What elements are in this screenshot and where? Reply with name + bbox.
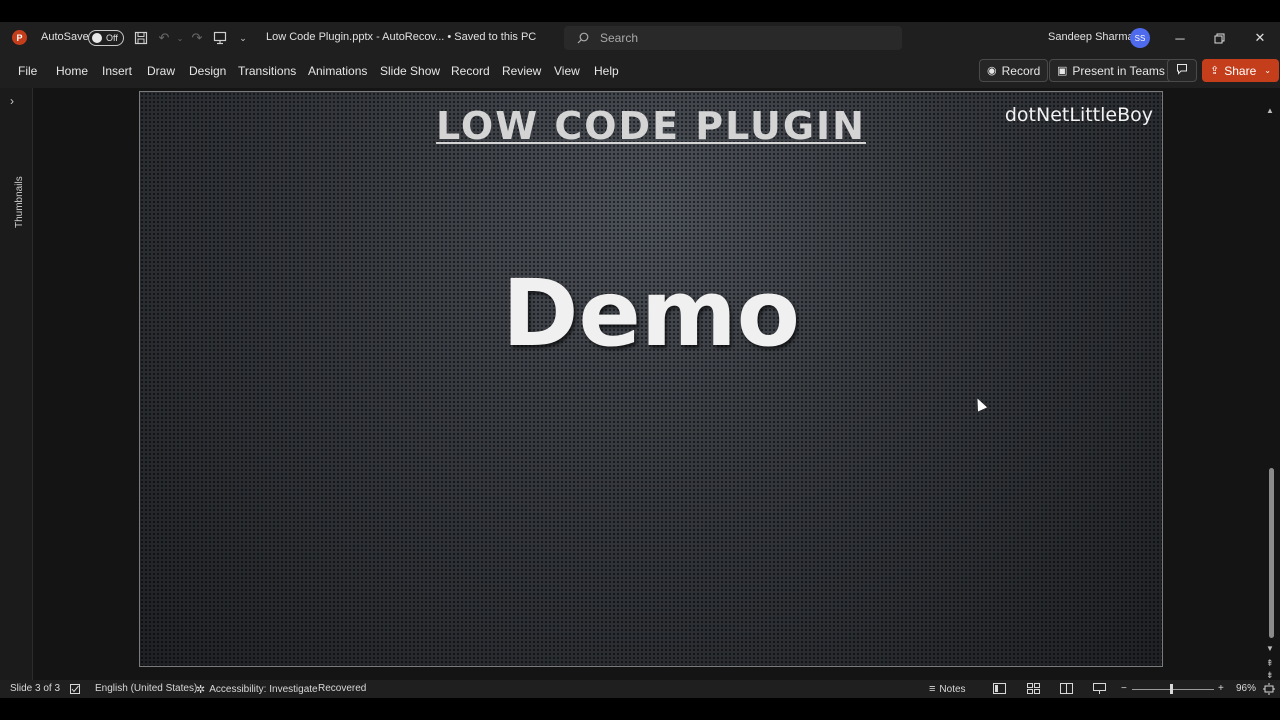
autosave-toggle[interactable]: Off bbox=[88, 30, 124, 46]
comments-button[interactable] bbox=[1167, 59, 1197, 82]
slide-brand-text[interactable]: dotNetLittleBoy bbox=[1005, 104, 1153, 126]
record-button-label: Record bbox=[1001, 63, 1041, 78]
tab-design[interactable]: Design bbox=[189, 64, 226, 78]
customize-toolbar-icon[interactable]: ⌄ bbox=[234, 29, 252, 47]
zoom-slider[interactable] bbox=[1132, 689, 1214, 690]
tab-help[interactable]: Help bbox=[594, 64, 619, 78]
tab-record[interactable]: Record bbox=[451, 64, 490, 78]
reading-view-icon[interactable] bbox=[1060, 683, 1073, 694]
notes-button[interactable]: ≡ Notes bbox=[929, 683, 966, 695]
teams-icon: ▣ bbox=[1057, 65, 1068, 77]
status-bar: Slide 3 of 3 English (United States) ✲ A… bbox=[0, 680, 1280, 698]
minimize-icon[interactable]: ─ bbox=[1168, 26, 1192, 50]
comment-icon bbox=[1176, 63, 1188, 78]
tab-transitions[interactable]: Transitions bbox=[238, 64, 296, 78]
save-icon[interactable] bbox=[132, 29, 150, 47]
search-placeholder: Search bbox=[600, 31, 639, 45]
present-in-teams-label: Present in Teams bbox=[1072, 63, 1165, 78]
zoom-out-icon[interactable]: − bbox=[1121, 683, 1127, 694]
workspace: › Thumbnails LOW CODE PLUGIN dotNetLittl… bbox=[0, 88, 1280, 680]
tab-slide-show[interactable]: Slide Show bbox=[380, 64, 440, 78]
zoom-level[interactable]: 96% bbox=[1236, 683, 1256, 694]
search-box[interactable]: Search bbox=[564, 26, 902, 50]
thumbnails-label[interactable]: Thumbnails bbox=[14, 176, 25, 228]
autosave-state: Off bbox=[106, 33, 118, 43]
powerpoint-window: P AutoSave Off ↶ ⌄ ↷ ⌄ Low Code Plugin.p… bbox=[0, 22, 1280, 698]
recovered-status: Recovered bbox=[318, 683, 367, 694]
toggle-knob bbox=[92, 33, 102, 43]
user-name[interactable]: Sandeep Sharma bbox=[1048, 31, 1134, 43]
normal-view-icon[interactable] bbox=[993, 683, 1006, 694]
vertical-scrollbar[interactable]: ▲ ▼ ⇞ ⇟ bbox=[1266, 106, 1276, 680]
share-button-label: Share bbox=[1224, 63, 1257, 78]
slide-sorter-icon[interactable] bbox=[1027, 683, 1040, 694]
zoom-slider-thumb[interactable] bbox=[1170, 684, 1173, 694]
accessibility-icon: ✲ bbox=[196, 684, 206, 696]
present-from-start-icon[interactable] bbox=[211, 29, 229, 47]
autosave-label: AutoSave bbox=[41, 31, 89, 43]
share-dropdown-icon: ⌄ bbox=[1264, 66, 1271, 75]
ribbon-tabs: File Home Insert Draw Design Transitions… bbox=[0, 54, 1280, 88]
scroll-down-icon[interactable]: ▼ bbox=[1266, 644, 1274, 653]
fit-slide-icon[interactable] bbox=[1263, 683, 1275, 695]
powerpoint-logo-icon: P bbox=[12, 30, 27, 45]
thumbnails-label-wrap: Thumbnails bbox=[10, 168, 25, 228]
notes-icon: ≡ bbox=[929, 683, 936, 695]
slide-show-view-icon[interactable] bbox=[1093, 683, 1106, 695]
thumbnails-panel[interactable]: › Thumbnails bbox=[0, 88, 33, 680]
avatar[interactable]: SS bbox=[1130, 28, 1150, 48]
share-icon: ⇪ bbox=[1210, 65, 1220, 77]
undo-dropdown-icon[interactable]: ⌄ bbox=[171, 29, 189, 47]
accessibility-status[interactable]: ✲ Accessibility: Investigate bbox=[196, 683, 318, 696]
tab-review[interactable]: Review bbox=[502, 64, 541, 78]
tab-animations[interactable]: Animations bbox=[308, 64, 367, 78]
present-in-teams-button[interactable]: ▣ Present in Teams bbox=[1049, 59, 1173, 82]
slide-position[interactable]: Slide 3 of 3 bbox=[10, 683, 60, 694]
previous-slide-icon[interactable]: ⇞ bbox=[1266, 658, 1274, 669]
tab-view[interactable]: View bbox=[554, 64, 580, 78]
tab-draw[interactable]: Draw bbox=[147, 64, 175, 78]
mouse-cursor-icon bbox=[972, 396, 988, 412]
redo-icon[interactable]: ↷ bbox=[188, 29, 206, 47]
language-status[interactable]: English (United States) bbox=[95, 683, 197, 694]
title-bar: P AutoSave Off ↶ ⌄ ↷ ⌄ Low Code Plugin.p… bbox=[0, 22, 1280, 54]
tab-file[interactable]: File bbox=[18, 64, 37, 78]
spelling-icon[interactable] bbox=[69, 683, 81, 695]
record-icon: ◉ bbox=[987, 65, 997, 77]
record-button[interactable]: ◉ Record bbox=[979, 59, 1049, 82]
document-title[interactable]: Low Code Plugin.pptx - AutoRecov... • Sa… bbox=[266, 31, 536, 43]
share-button[interactable]: ⇪ Share ⌄ bbox=[1202, 59, 1279, 82]
close-icon[interactable]: ✕ bbox=[1248, 26, 1272, 50]
restore-icon[interactable] bbox=[1207, 26, 1231, 50]
scroll-up-icon[interactable]: ▲ bbox=[1266, 106, 1274, 115]
zoom-in-icon[interactable]: + bbox=[1218, 683, 1224, 694]
chevron-right-icon[interactable]: › bbox=[10, 94, 14, 108]
scrollbar-thumb[interactable] bbox=[1269, 468, 1274, 638]
notes-label: Notes bbox=[939, 683, 966, 695]
tab-insert[interactable]: Insert bbox=[102, 64, 132, 78]
search-icon bbox=[576, 31, 590, 45]
slide-canvas[interactable]: LOW CODE PLUGIN dotNetLittleBoy Demo bbox=[139, 91, 1163, 667]
accessibility-label: Accessibility: Investigate bbox=[209, 684, 318, 695]
slide-main-text[interactable]: Demo bbox=[140, 260, 1162, 367]
tab-home[interactable]: Home bbox=[56, 64, 88, 78]
